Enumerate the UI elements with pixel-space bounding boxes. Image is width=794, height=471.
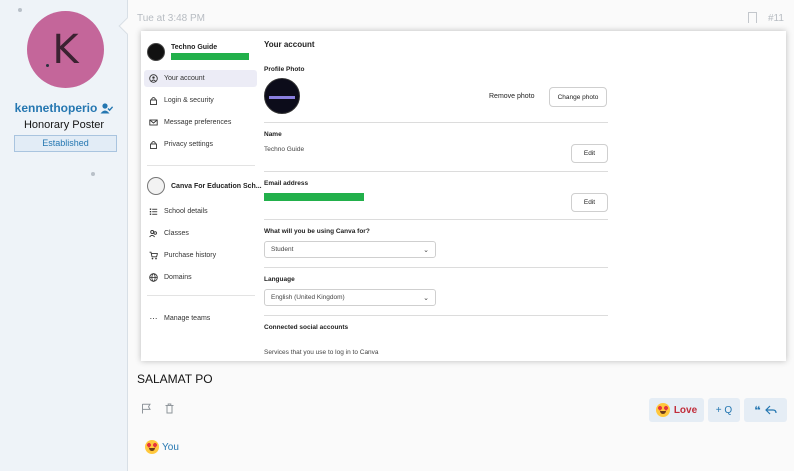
post-number[interactable]: #11: [768, 13, 784, 24]
nav-divider: [147, 295, 255, 296]
edit-email-button[interactable]: Edit: [571, 193, 608, 212]
team-logo-icon: [147, 43, 165, 61]
reply-arrow-icon: [764, 405, 777, 415]
profile-photo-label: Profile Photo: [264, 66, 305, 73]
profile-photo: [264, 78, 300, 114]
usage-label: What will you be using Canva for?: [264, 228, 370, 235]
lock-icon: [149, 96, 158, 105]
redaction-bar: [171, 53, 249, 60]
more-dots-icon: ⋯: [149, 314, 158, 323]
cart-icon: [149, 251, 158, 260]
user-badge: Established: [14, 135, 117, 152]
account-settings-panel: Your account Profile Photo Remove photo …: [261, 31, 786, 361]
post-timestamp[interactable]: Tue at 3:48 PM: [137, 13, 205, 24]
change-photo-button[interactable]: Change photo: [549, 87, 607, 107]
love-reaction-button[interactable]: Love: [649, 398, 704, 422]
nav-divider: [147, 165, 255, 166]
user-info-column: K kennethoperio Honorary Poster Establis…: [0, 0, 128, 471]
bookmark-icon[interactable]: [748, 12, 757, 23]
section-divider: [264, 219, 608, 220]
reactions-by[interactable]: You: [162, 442, 179, 453]
report-flag-icon[interactable]: [140, 402, 152, 414]
user-title: Honorary Poster: [23, 119, 105, 131]
decor-dot: [91, 172, 95, 176]
language-value: English (United Kingdom): [271, 294, 345, 301]
nav-item-classes[interactable]: Classes: [144, 225, 257, 242]
nav-item-label: Your account: [164, 75, 205, 82]
list-icon: [149, 207, 158, 216]
school-logo-icon: [147, 177, 165, 195]
user-circle-icon: [149, 74, 158, 83]
section-divider: [264, 267, 608, 268]
name-value: Techno Guide: [264, 146, 305, 153]
nav-item-label: Message preferences: [164, 119, 232, 126]
email-label: Email address: [264, 180, 309, 187]
settings-sidebar: Techno Guide Your account Login & securi…: [141, 31, 262, 361]
multiquote-button[interactable]: + Q: [708, 398, 740, 422]
nav-item-label: Privacy settings: [164, 141, 214, 148]
nav-item-message-preferences[interactable]: Message preferences: [144, 114, 257, 131]
globe-icon: [149, 273, 158, 282]
chevron-down-icon: ⌄: [423, 246, 429, 254]
nav-item-label: School details: [164, 208, 208, 215]
people-icon: [149, 229, 158, 238]
social-accounts-label: Connected social accounts: [264, 324, 349, 331]
quote-reply-button[interactable]: ❝: [744, 398, 787, 422]
avatar[interactable]: K: [27, 11, 104, 88]
reactions-bar[interactable]: You: [145, 440, 179, 454]
nav-item-label: Domains: [164, 274, 192, 281]
multiquote-label: + Q: [715, 404, 733, 416]
section-divider: [264, 171, 608, 172]
section-divider: [264, 122, 608, 123]
usage-select[interactable]: Student ⌄: [264, 241, 436, 258]
nav-item-privacy-settings[interactable]: Privacy settings: [144, 136, 257, 153]
nav-item-label: Classes: [164, 230, 189, 237]
nav-item-label: Purchase history: [164, 252, 217, 259]
heart-eyes-icon: [655, 403, 670, 417]
attached-screenshot[interactable]: Techno Guide Your account Login & securi…: [141, 31, 786, 361]
nav-item-manage-teams[interactable]: ⋯ Manage teams: [144, 310, 257, 327]
chevron-down-icon: ⌄: [423, 294, 429, 302]
delete-trash-icon[interactable]: [163, 402, 175, 414]
avatar-dot: [46, 64, 49, 67]
post-message: SALAMAT PO: [137, 372, 213, 386]
team-name: Techno Guide: [171, 43, 218, 51]
section-divider: [264, 315, 608, 316]
social-accounts-text: Services that you use to log in to Canva: [264, 349, 379, 356]
username-row: kennethoperio: [0, 101, 128, 115]
account-heading: Your account: [264, 40, 315, 49]
profile-photo-band: [269, 96, 295, 99]
nav-item-purchase-history[interactable]: Purchase history: [144, 247, 257, 264]
decor-dot: [18, 8, 22, 12]
language-label: Language: [264, 276, 295, 283]
nav-item-login-security[interactable]: Login & security: [144, 92, 257, 109]
remove-photo-button[interactable]: Remove photo: [489, 93, 535, 100]
nav-item-domains[interactable]: Domains: [144, 269, 257, 286]
verified-user-icon: [100, 102, 114, 113]
name-label: Name: [264, 131, 282, 138]
quote-icon: ❝: [754, 403, 761, 417]
avatar-letter: K: [52, 26, 79, 73]
lock-icon: [149, 140, 158, 149]
mail-icon: [149, 118, 158, 127]
edit-name-button[interactable]: Edit: [571, 144, 608, 163]
love-label: Love: [673, 404, 698, 416]
email-redaction-bar: [264, 193, 364, 201]
nav-item-label: Login & security: [164, 97, 214, 104]
username-link[interactable]: kennethoperio: [15, 101, 98, 115]
school-name: Canva For Education Sch...: [171, 182, 262, 190]
usage-value: Student: [271, 246, 294, 253]
nav-item-school-details[interactable]: School details: [144, 203, 257, 220]
language-select[interactable]: English (United Kingdom) ⌄: [264, 289, 436, 306]
nav-item-your-account[interactable]: Your account: [144, 70, 257, 87]
school-header: Canva For Education Sch...: [147, 177, 262, 195]
heart-eyes-icon: [145, 440, 159, 454]
nav-item-label: Manage teams: [164, 315, 211, 322]
